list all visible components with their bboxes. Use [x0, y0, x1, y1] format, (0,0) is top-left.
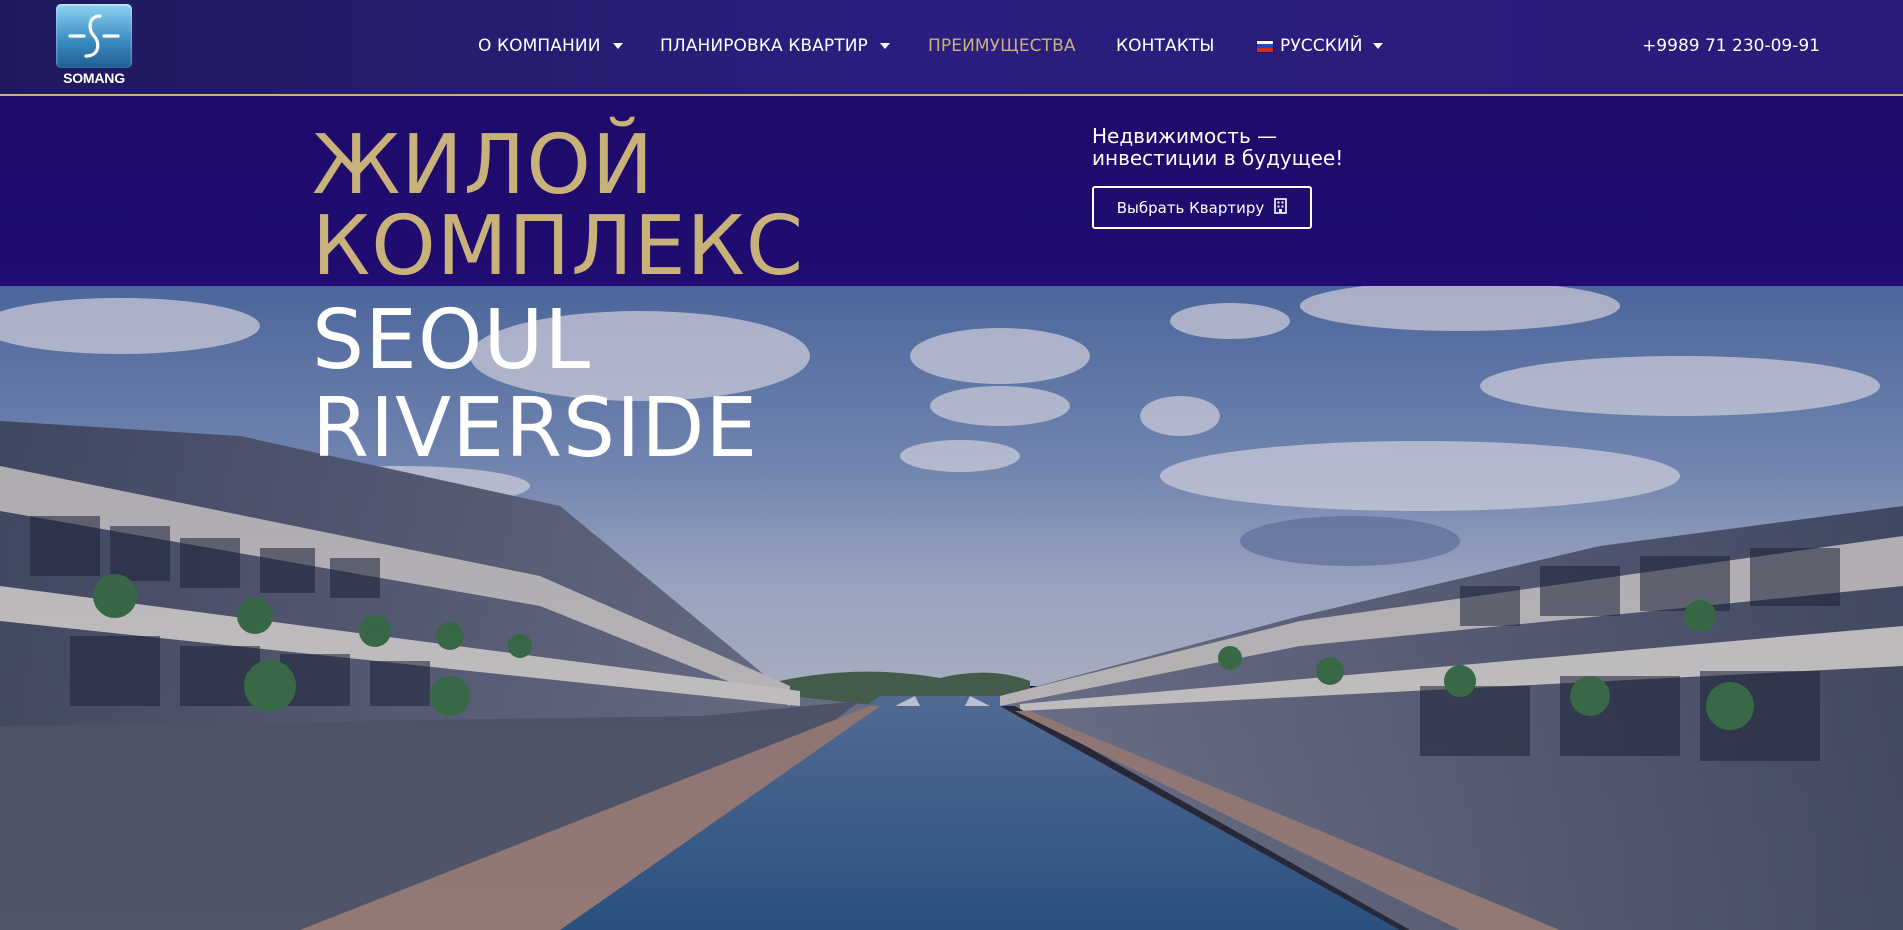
tagline-line-1: Недвижимость — [1092, 124, 1278, 148]
tagline-line-2: инвестиции в будущее! [1092, 146, 1344, 170]
russia-flag-icon [1256, 39, 1274, 53]
hero-title-line-1: ЖИЛОЙ [312, 118, 655, 213]
hero-tagline: Недвижимость — инвестиции в будущее! [1092, 125, 1343, 169]
nav-label: ПЛАНИРОВКА КВАРТИР [660, 36, 868, 56]
choose-apartment-button[interactable]: Выбрать Квартиру [1092, 186, 1312, 229]
hero-title-line-2: КОМПЛЕКС [312, 199, 805, 294]
language-label: РУССКИЙ [1280, 36, 1363, 56]
hero-image [0, 286, 1903, 930]
nav-item-about[interactable]: О КОМПАНИИ [478, 36, 623, 56]
chevron-down-icon [879, 43, 890, 49]
nav-item-advantages[interactable]: ПРЕИМУЩЕСТВА [928, 36, 1076, 56]
cta-label: Выбрать Квартиру [1116, 198, 1265, 217]
somang-logo[interactable]: SOMANG [56, 4, 132, 86]
hero-title-line-4: RIVERSIDE [312, 381, 759, 476]
chevron-down-icon [1372, 43, 1383, 49]
chevron-down-icon [612, 43, 623, 49]
hero-band [0, 98, 1903, 286]
language-switcher[interactable]: РУССКИЙ [1256, 36, 1383, 56]
nav-label: О КОМПАНИИ [478, 36, 601, 56]
nav-label: ПРЕИМУЩЕСТВА [928, 36, 1076, 56]
nav-item-contacts[interactable]: КОНТАКТЫ [1116, 36, 1215, 56]
logo-mark-icon [56, 4, 132, 68]
hero-title-line-3: SEOUL [312, 293, 592, 388]
phone-link[interactable]: +9989 71 230-09-91 [1642, 36, 1820, 56]
logo-text: SOMANG [63, 70, 125, 86]
site-header: SOMANG О КОМПАНИИ ПЛАНИРОВКА КВАРТИР ПРЕ… [0, 0, 1903, 96]
nav-item-layouts[interactable]: ПЛАНИРОВКА КВАРТИР [660, 36, 890, 56]
nav-label: КОНТАКТЫ [1116, 36, 1215, 56]
building-icon [1274, 197, 1288, 218]
